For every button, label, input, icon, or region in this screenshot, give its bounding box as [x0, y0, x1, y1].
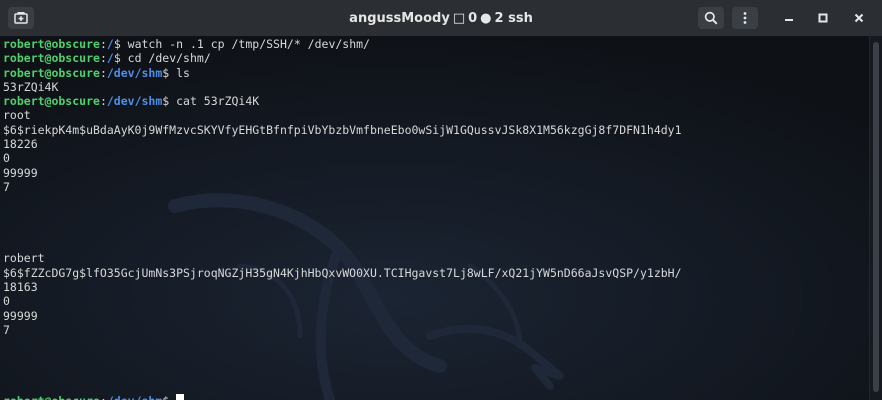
output-line: 0	[3, 151, 870, 165]
output-text: 18163	[3, 280, 38, 295]
prompt-line: robert@obscure:/dev/shm$ cat 53rZQi4K	[3, 94, 870, 108]
prompt-user: robert@obscure	[3, 51, 100, 66]
output-text: 99999	[3, 165, 38, 180]
output-text: 0	[3, 151, 10, 166]
title-square-glyph: □	[452, 10, 466, 26]
prompt-separator: :	[99, 37, 107, 51]
output-text: 18226	[3, 137, 38, 152]
command-text: $ watch -n .1 cp /tmp/SSH/* /dev/shm/	[113, 37, 370, 51]
output-text: 99999	[3, 308, 38, 323]
output-text: 7	[3, 179, 10, 194]
prompt-path: /	[106, 51, 114, 66]
prompt-separator: :	[100, 394, 107, 400]
title-user: angussMoody	[349, 10, 450, 26]
output-text: 53rZQi4K	[3, 79, 59, 94]
prompt-line: robert@obscure:/$ cd /dev/shm/	[3, 51, 870, 65]
search-icon	[704, 11, 718, 25]
minimize-icon	[785, 19, 793, 21]
output-line: robert	[3, 251, 870, 265]
output-text: $6$riekpK4m$uBdaAyK0j9WfMzvcSKYVfyEHGtBf…	[3, 122, 682, 137]
command-text: $ cat 53rZQi4K	[162, 94, 260, 109]
prompt-separator: :	[99, 51, 107, 66]
terminal-window: angussMoody □ 0 ● 2 ssh robert@obscure:/…	[0, 0, 882, 400]
menu-button[interactable]	[732, 7, 758, 29]
output-line: 99999	[3, 166, 870, 180]
title-count-a: 0	[468, 10, 478, 26]
prompt-line: robert@obscure:/dev/shm$	[3, 394, 870, 400]
terminal-output: robert@obscure:/$ watch -n .1 cp /tmp/SS…	[3, 37, 870, 400]
output-line: $6$fZZcDG7g$lfO35GcjUmNs3PSjroqNGZjH35gN…	[3, 266, 870, 280]
output-line: 18163	[3, 280, 870, 294]
command-text: $ cd /dev/shm/	[113, 51, 211, 66]
maximize-button[interactable]	[812, 7, 834, 29]
kebab-menu-icon	[743, 12, 747, 24]
title-bar: angussMoody □ 0 ● 2 ssh	[0, 0, 882, 37]
maximize-icon	[818, 13, 828, 23]
prompt-path: /	[106, 37, 114, 51]
prompt-path: /dev/shm	[106, 65, 163, 80]
prompt-user: robert@obscure	[3, 94, 100, 109]
command-text: $	[162, 394, 176, 400]
prompt-user: robert@obscure	[3, 394, 100, 400]
prompt-user: robert@obscure	[3, 65, 100, 80]
close-button[interactable]	[848, 7, 870, 29]
scrollbar-thumb[interactable]	[873, 42, 879, 392]
new-tab-icon	[14, 12, 28, 24]
output-line: 18226	[3, 137, 870, 151]
prompt-path: /dev/shm	[107, 394, 162, 400]
title-dot-glyph: ●	[480, 10, 492, 26]
output-text: robert	[3, 251, 45, 266]
prompt-separator: :	[99, 94, 107, 109]
output-text: 7	[3, 322, 10, 337]
output-line: 99999	[3, 309, 870, 323]
minimize-button[interactable]	[778, 7, 800, 29]
output-line: 7	[3, 323, 870, 337]
prompt-separator: :	[99, 65, 107, 80]
new-tab-button[interactable]	[8, 7, 34, 29]
command-text: $ ls	[162, 65, 190, 80]
terminal-area[interactable]: robert@obscure:/$ watch -n .1 cp /tmp/SS…	[0, 36, 870, 400]
title-count-b: 2 ssh	[494, 10, 533, 26]
search-button[interactable]	[698, 7, 724, 29]
text-cursor	[176, 394, 185, 400]
output-line: root	[3, 108, 870, 122]
output-line: 53rZQi4K	[3, 80, 870, 94]
output-line: 7	[3, 180, 870, 194]
terminal-scrollbar[interactable]	[869, 36, 882, 400]
output-text: $6$fZZcDG7g$lfO35GcjUmNs3PSjroqNGZjH35gN…	[3, 265, 682, 280]
prompt-line: robert@obscure:/dev/shm$ ls	[3, 66, 870, 80]
output-text: root	[3, 108, 31, 123]
prompt-path: /dev/shm	[106, 94, 163, 109]
close-icon	[854, 13, 864, 23]
output-line: $6$riekpK4m$uBdaAyK0j9WfMzvcSKYVfyEHGtBf…	[3, 123, 870, 137]
output-line: 0	[3, 294, 870, 308]
output-text: 0	[3, 294, 10, 309]
prompt-line: robert@obscure:/$ watch -n .1 cp /tmp/SS…	[3, 37, 870, 51]
prompt-user: robert@obscure	[3, 37, 100, 51]
